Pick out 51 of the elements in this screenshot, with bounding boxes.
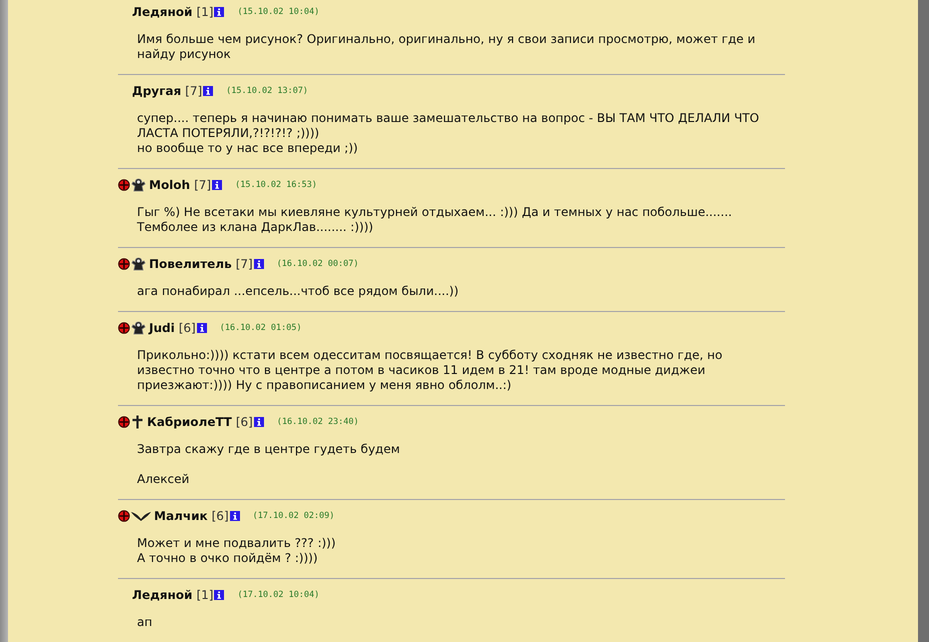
message-text: Прикольно:)))) кстати всем одесситам посвящается! В субботу сходняк не известно где, но известно точно что в центре а потом в часиков 11 идем в 21! там вроде модные диджеи приезжают:)))) Ну с правописанием у меня явно облолм..:) bbox=[137, 348, 724, 393]
message-text: Может и мне подвалить ??? :))) А точно в очко пойдём ? :)))) bbox=[137, 536, 337, 566]
post-date: (15.10.02 13:07) bbox=[226, 86, 308, 96]
figure-icon bbox=[131, 178, 146, 192]
user-level: [6] bbox=[236, 415, 253, 429]
info-icon[interactable] bbox=[203, 86, 214, 96]
author-name[interactable]: Moloh bbox=[149, 178, 190, 192]
info-icon[interactable] bbox=[196, 323, 207, 333]
clan-emblem-icon bbox=[118, 179, 130, 191]
post-date: (15.10.02 10:04) bbox=[237, 7, 320, 17]
user-level: [1] bbox=[196, 5, 214, 19]
post-date: (16.10.02 00:07) bbox=[276, 259, 359, 269]
author-name[interactable]: Judi bbox=[149, 321, 175, 335]
post-date: (17.10.02 10:04) bbox=[237, 590, 320, 600]
message-text: супер.... теперь я начинаю понимать ваше замешательство на вопрос - ВЫ ТАМ ЧТО ДЕЛАЛИ ЧТО ЛАСТА ПОТЕРЯЛИ,?!?!?!? ;)))) но вообще то у нас все впереди ;)) bbox=[137, 111, 760, 156]
figure-icon bbox=[131, 321, 146, 335]
user-level: [7] bbox=[194, 178, 212, 192]
message-text: ап bbox=[137, 615, 154, 630]
user-level: [6] bbox=[212, 509, 229, 523]
author-name[interactable]: Ледяной bbox=[132, 5, 192, 19]
message-text: Имя больше чем рисунок? Оригинально, оригинально, ну я свои записи просмотрю, может где и найду рисунок bbox=[137, 32, 756, 62]
info-icon[interactable] bbox=[230, 511, 240, 521]
message-text: Алексей bbox=[137, 472, 190, 487]
post-date: (17.10.02 02:09) bbox=[252, 511, 335, 521]
author-name[interactable]: КабриолеТТ bbox=[147, 415, 232, 429]
clan-emblem-icon bbox=[118, 258, 130, 270]
wings-icon bbox=[131, 511, 151, 521]
info-icon[interactable] bbox=[214, 590, 224, 600]
post-date: (16.10.02 01:05) bbox=[220, 323, 302, 333]
user-level: [1] bbox=[196, 588, 214, 602]
message-text: Завтра скажу где в центре гудеть будем bbox=[137, 442, 401, 457]
info-icon[interactable] bbox=[254, 259, 264, 269]
cross-icon bbox=[131, 415, 144, 429]
author-name[interactable]: Повелитель bbox=[149, 257, 232, 271]
info-icon[interactable] bbox=[212, 180, 222, 190]
message-text: Гыг %) Не всетаки мы киевляне культурней отдыхаем... :))) Да и темных у нас побольше....... Темболее из клана ДаркЛав........ :)))) bbox=[137, 205, 733, 235]
user-level: [6] bbox=[178, 321, 196, 335]
clan-emblem-icon bbox=[118, 510, 130, 522]
user-level: [7] bbox=[185, 84, 202, 98]
post-date: (16.10.02 23:40) bbox=[276, 417, 359, 427]
clan-emblem-icon bbox=[118, 322, 130, 334]
user-level: [7] bbox=[236, 257, 253, 271]
message-text: ага понабирал ...епсель...чтоб все рядом были....)) bbox=[137, 284, 460, 299]
clan-emblem-icon bbox=[118, 416, 130, 428]
post-date: (15.10.02 16:53) bbox=[235, 180, 317, 190]
author-name[interactable]: Ледяной bbox=[132, 588, 192, 602]
info-icon[interactable] bbox=[214, 7, 224, 17]
figure-icon bbox=[131, 257, 146, 271]
author-name[interactable]: Другая bbox=[132, 84, 182, 98]
info-icon[interactable] bbox=[254, 417, 264, 427]
author-name[interactable]: Малчик bbox=[154, 509, 208, 523]
